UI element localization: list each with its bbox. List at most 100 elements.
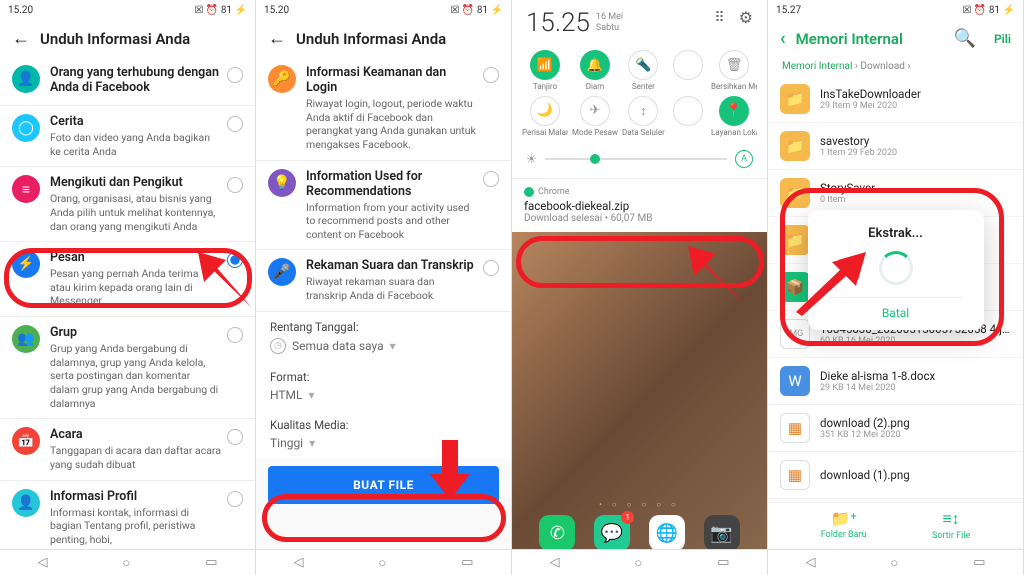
notif-desc: Download selesai • 60,07 MB [524, 213, 755, 224]
item-icon: 📅 [12, 427, 40, 455]
status-right-icons: ☒ ⏰ 81 ⚡ [962, 5, 1015, 16]
qs-tile[interactable]: 📶Tanjiro [522, 50, 568, 92]
nav-home[interactable]: ○ [634, 555, 642, 571]
qs-tile[interactable]: 🔔 Diam [572, 50, 618, 92]
item-desc: Riwayat login, logout, periode waktu And… [306, 97, 477, 152]
qs-tile[interactable] [669, 96, 707, 138]
radio-toggle[interactable] [227, 491, 243, 507]
extract-dialog: Ekstrak... Batal [808, 210, 984, 330]
qs-tile[interactable]: 🗑Bersihkan Memori [711, 50, 757, 92]
file-icon: W [780, 366, 810, 396]
messages-app-icon[interactable]: 💬1 [594, 515, 630, 551]
create-file-button[interactable]: BUAT FILE [268, 466, 499, 504]
list-item[interactable]: ◯ Cerita Foto dan video yang Anda bagika… [0, 106, 255, 167]
nav-recent[interactable]: ▭ [461, 555, 473, 570]
range-value[interactable]: ◷ Semua data saya▾ [256, 338, 511, 362]
list-item[interactable]: 🎤 Rekaman Suara dan Transkrip Riwayat re… [256, 250, 511, 311]
file-row[interactable]: ▦ download (2).png 351 KB 12 Mei 2020 [768, 405, 1023, 452]
list-item[interactable]: 👥 Grup Grup yang Anda bergabung di dalam… [0, 317, 255, 419]
qs-tile[interactable]: 📍Layanan Lokasi [711, 96, 757, 138]
nav-recent[interactable]: ▭ [717, 555, 729, 570]
nav-back[interactable]: ◁ [805, 555, 815, 570]
nav-bar: ◁ ○ ▭ [256, 549, 511, 575]
nav-home[interactable]: ○ [122, 555, 130, 571]
item-desc: Information from your activity used to r… [306, 201, 477, 242]
breadcrumb[interactable]: Memori Internal › Download › [768, 57, 1023, 76]
quick-settings-grid: 📶Tanjiro 🔔 Diam 🔦Senter 🗑Bersihkan Memori 🌙Pe… [512, 46, 767, 146]
page-title: Unduh Informasi Anda [40, 30, 190, 48]
nav-back[interactable]: ◁ [293, 555, 303, 570]
back-icon[interactable]: ‹ [780, 28, 786, 49]
nav-home[interactable]: ○ [378, 555, 386, 571]
list-item[interactable]: ⚡ Pesan Pesan yang pernah Anda terima at… [0, 242, 255, 317]
brightness-slider[interactable]: ☀ A [512, 146, 767, 178]
back-icon[interactable]: ← [12, 28, 30, 49]
list-item[interactable]: 🔑 Informasi Keamanan dan Login Riwayat l… [256, 57, 511, 161]
file-row[interactable]: 📁 savestory 1 Item 29 Feb 2020 [768, 123, 1023, 170]
radio-toggle[interactable] [483, 171, 499, 187]
list-item[interactable]: 👤 Informasi Profil Informasi kontak, inf… [0, 481, 255, 556]
radio-toggle[interactable] [227, 67, 243, 83]
nav-home[interactable]: ○ [890, 555, 898, 571]
page-indicator: • ○ ○ ○ ○ ○ [512, 500, 767, 509]
file-row[interactable]: 📁 InsTakeDownloader 29 Item 9 Mei 2020 [768, 76, 1023, 123]
radio-toggle[interactable] [483, 260, 499, 276]
qs-icon: 🔔 [580, 50, 610, 80]
qs-tile[interactable]: ↕Data Seluler [622, 96, 665, 138]
qs-label: Diam [586, 83, 605, 92]
format-value[interactable]: HTML▾ [256, 388, 511, 410]
nav-recent[interactable]: ▭ [973, 555, 985, 570]
status-bar: 15.20 ☒ ⏰ 81 ⚡ [0, 0, 255, 20]
qs-label: Mode Pesawat [572, 129, 618, 138]
quality-value[interactable]: Tinggi▾ [256, 436, 511, 458]
quality-label: Kualitas Media: [256, 410, 511, 436]
item-title: Cerita [50, 114, 221, 129]
item-icon: 💡 [268, 169, 296, 197]
file-row[interactable]: W Dieke al-isma 1-8.docx 29 KB 14 Mei 20… [768, 358, 1023, 405]
notification-card[interactable]: Chrome facebook-diekeal.zip Download sel… [512, 178, 767, 232]
item-icon: 👤 [12, 489, 40, 517]
item-desc: Tanggapan di acara dan daftar acara yang… [50, 444, 221, 471]
list-item[interactable]: 💡 Information Used for Recommendations I… [256, 161, 511, 251]
auto-brightness[interactable]: A [735, 150, 753, 168]
dialog-cancel-button[interactable]: Batal [830, 297, 962, 320]
list-item[interactable]: 📅 Acara Tanggapan di acara dan daftar ac… [0, 419, 255, 480]
radio-toggle[interactable] [227, 252, 243, 268]
notif-title: facebook-diekeal.zip [524, 199, 755, 213]
list-item[interactable]: ≡ Mengikuti dan Pengikut Orang, organisa… [0, 167, 255, 242]
camera-app-icon[interactable]: 📷 [704, 515, 740, 551]
qs-tile[interactable]: 🌙Perisai Malam [522, 96, 568, 138]
radio-toggle[interactable] [483, 67, 499, 83]
qs-icon: 📍 [719, 96, 749, 126]
qs-tile[interactable] [669, 50, 707, 92]
item-title: Mengikuti dan Pengikut [50, 175, 221, 190]
edit-icon[interactable]: ⠿ [714, 10, 724, 26]
nav-back[interactable]: ◁ [37, 555, 47, 570]
radio-toggle[interactable] [227, 116, 243, 132]
phone-app-icon[interactable]: ✆ [539, 515, 575, 551]
file-icon: 📁 [780, 84, 810, 114]
sort-button[interactable]: ≡↕Sortir File [932, 509, 970, 541]
pill-button[interactable]: Pili [994, 32, 1011, 46]
item-title: Pesan [50, 250, 221, 265]
qs-tile[interactable]: 🔦Senter [622, 50, 665, 92]
radio-toggle[interactable] [227, 429, 243, 445]
new-folder-button[interactable]: 📁⁺Folder Baru [821, 509, 867, 541]
radio-toggle[interactable] [227, 327, 243, 343]
nav-back[interactable]: ◁ [549, 555, 559, 570]
gear-icon[interactable]: ⚙ [739, 8, 753, 27]
search-icon[interactable]: 🔍 [954, 28, 976, 49]
qs-tile[interactable]: ✈Mode Pesawat [572, 96, 618, 138]
browser-app-icon[interactable]: 🌐 [649, 515, 685, 551]
list-item[interactable]: 👤 Orang yang terhubung dengan Anda di Fa… [0, 57, 255, 106]
dialog-title: Ekstrak... [830, 226, 962, 241]
nav-recent[interactable]: ▭ [205, 555, 217, 570]
file-icon: ▦ [780, 413, 810, 443]
file-row[interactable]: ▦ download (1).png [768, 452, 1023, 499]
back-icon[interactable]: ← [268, 28, 286, 49]
qs-label: Bersihkan Memori [711, 83, 757, 92]
item-title: Acara [50, 427, 221, 442]
spinner-icon [879, 251, 913, 285]
panel-4: 15.27 ☒ ⏰ 81 ⚡ ‹ Memori Internal 🔍 Pili … [768, 0, 1024, 575]
radio-toggle[interactable] [227, 177, 243, 193]
